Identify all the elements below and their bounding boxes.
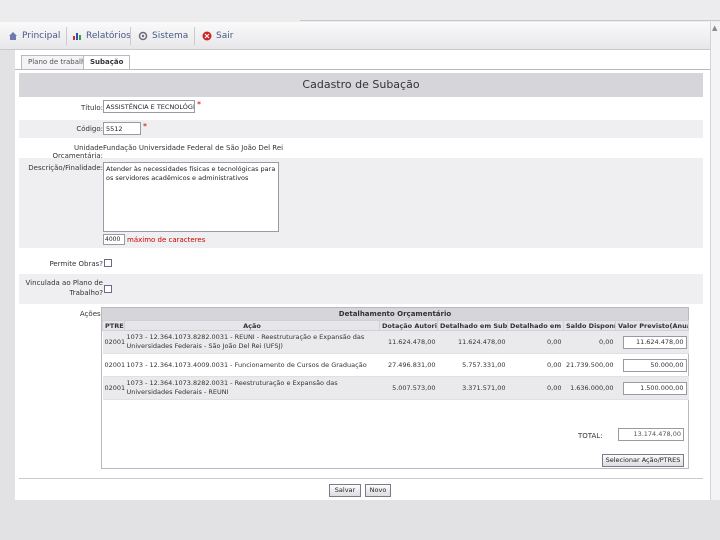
cell-ptres: 02001: [102, 330, 125, 354]
menu-sair[interactable]: Sair: [202, 29, 233, 43]
page-title: Cadastro de Subação: [19, 73, 703, 97]
header-ptres: PTRES: [102, 320, 125, 331]
table-row[interactable]: 02001 1073 - 12.364.1073.8282.0031 - Ree…: [102, 376, 689, 400]
detalhamento-table: PTRES Ação Dotação Autorizada Detalhado …: [102, 320, 689, 400]
scrollbar[interactable]: ▲: [710, 22, 720, 500]
table-row[interactable]: 02001 1073 - 12.364.1073.8282.0031 - REU…: [102, 330, 689, 354]
detalhamento-title: Detalhamento Orçamentário: [102, 308, 688, 320]
save-button[interactable]: Salvar: [329, 484, 361, 497]
menu-separator: [66, 27, 67, 45]
cell-ptres: 02001: [102, 353, 125, 377]
valor-previsto-input[interactable]: 1.500.000,00: [622, 381, 687, 395]
row-background: [19, 274, 703, 304]
header-saldo: Saldo Disponível: [563, 320, 616, 331]
tab-strip: Plano de trabalho Subação: [15, 50, 710, 70]
codigo-label: Código:: [76, 125, 103, 133]
cell-valor: 50.000,00: [615, 353, 689, 377]
cell-valor: 11.624.478,00: [615, 330, 689, 354]
char-counter-note: máximo de caracteres: [127, 236, 206, 244]
cell-subacao-link[interactable]: 3.371.571,00: [437, 376, 508, 400]
titulo-input[interactable]: ASSISTÊNCIA E TECNOLÓGICO: [103, 100, 195, 113]
table-row[interactable]: 02001 1073 - 12.364.1073.4009.0031 - Fun…: [102, 353, 689, 377]
cell-acao: 1073 - 12.364.1073.8282.0031 - Reestrutu…: [124, 376, 380, 400]
header-valor: Valor Previsto(Anual): [615, 320, 689, 331]
cell-saldo: 21.739.500,00: [563, 353, 616, 377]
cell-pi: 0,00: [507, 353, 564, 377]
vinculada-label: Vinculada ao Plano de Trabalho?: [25, 279, 103, 297]
header-pi: Detalhado em PI: [507, 320, 564, 331]
menu-relatorios-label: Relatórios: [86, 31, 131, 41]
report-icon: [73, 33, 81, 40]
main-content: Cadastro de Subação Título: ASSISTÊNCIA …: [15, 69, 710, 500]
exit-icon: [202, 31, 212, 41]
vinculada-checkbox[interactable]: [104, 285, 112, 293]
cell-ptres: 02001: [102, 376, 125, 400]
header-acao: Ação: [124, 320, 380, 331]
permite-obras-label: Permite Obras?: [49, 260, 103, 268]
scroll-up-icon[interactable]: ▲: [712, 24, 717, 32]
top-strip: [0, 0, 720, 22]
tab-subacao[interactable]: Subação: [83, 55, 131, 69]
menu-bar: Principal Relatórios Sistema Sair: [0, 22, 720, 50]
cell-subacao-link[interactable]: 5.757.331,00: [437, 353, 508, 377]
descricao-textarea[interactable]: Atender às necessidades físicas e tecnol…: [103, 162, 279, 232]
menu-separator: [194, 27, 195, 45]
acoes-label: Ações:: [79, 310, 103, 318]
footer-divider: [19, 478, 703, 479]
select-acao-ptres-button[interactable]: Selecionar Ação/PTRES: [602, 454, 684, 467]
cell-acao: 1073 - 12.364.1073.8282.0031 - REUNI - R…: [124, 330, 380, 354]
cell-subacao-link[interactable]: 11.624.478,00: [437, 330, 508, 354]
cell-pi: 0,00: [507, 330, 564, 354]
gear-icon: [138, 31, 148, 41]
valor-previsto-input[interactable]: 50.000,00: [622, 358, 687, 372]
cell-pi: 0,00: [507, 376, 564, 400]
cell-acao: 1073 - 12.364.1073.4009.0031 - Funcionam…: [124, 353, 380, 377]
valor-previsto-input[interactable]: 11.624.478,00: [622, 335, 687, 349]
permite-obras-checkbox[interactable]: [104, 259, 112, 267]
home-icon: [9, 32, 17, 40]
char-counter: 4000: [103, 234, 125, 245]
unidade-value: Fundação Universidade Federal de São Joã…: [103, 144, 284, 152]
titulo-label: Título:: [81, 104, 103, 112]
cell-dotacao: 11.624.478,00: [379, 330, 438, 354]
descricao-label: Descrição/Finalidade:: [28, 164, 103, 172]
menu-sistema-label: Sistema: [152, 31, 189, 41]
cell-valor: 1.500.000,00: [615, 376, 689, 400]
menu-sistema[interactable]: Sistema: [138, 29, 188, 43]
required-marker: *: [197, 100, 201, 109]
menu-relatorios[interactable]: Relatórios: [72, 29, 131, 43]
cell-dotacao: 5.007.573,00: [379, 376, 438, 400]
cell-dotacao: 27.496.831,00: [379, 353, 438, 377]
header-subacao: Detalhado em Subação: [437, 320, 508, 331]
menu-principal[interactable]: Principal: [8, 29, 60, 43]
cell-saldo: 0,00: [563, 330, 616, 354]
header-dotacao: Dotação Autorizada: [379, 320, 438, 331]
new-button[interactable]: Novo: [365, 484, 391, 497]
top-divider: [300, 20, 720, 21]
detalhamento-panel: Detalhamento Orçamentário PTRES Ação Dot…: [101, 307, 689, 469]
menu-sair-label: Sair: [216, 31, 234, 41]
table-header-row: PTRES Ação Dotação Autorizada Detalhado …: [102, 320, 689, 331]
required-marker: *: [143, 122, 147, 131]
total-label: TOTAL:: [578, 432, 603, 440]
menu-principal-label: Principal: [22, 31, 61, 41]
total-value: 13.174.478,00: [618, 428, 684, 441]
codigo-input[interactable]: 5512: [103, 122, 141, 135]
menu-separator: [130, 27, 131, 45]
cell-saldo: 1.636.000,00: [563, 376, 616, 400]
